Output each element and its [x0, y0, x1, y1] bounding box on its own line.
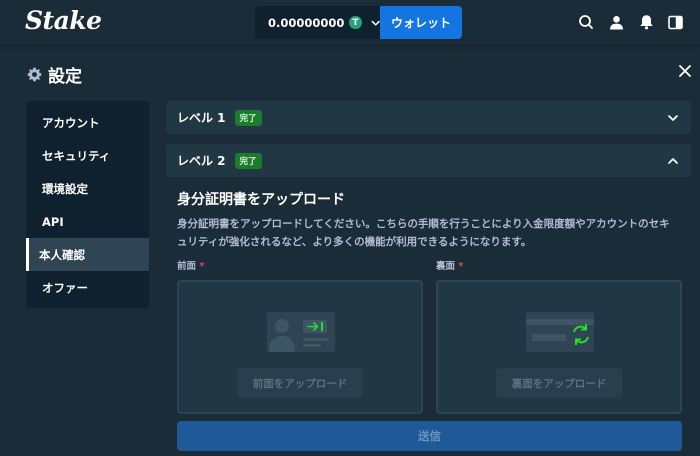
back-upload-column: 裏面 * 裏面をアップロード	[436, 258, 682, 414]
required-mark: *	[458, 261, 464, 272]
id-card-front-icon	[267, 312, 335, 352]
back-label: 裏面 *	[436, 258, 682, 272]
upload-description: 身分証明書をアップロードしてください。こちらの手順を行うことにより入金限度額やア…	[177, 218, 670, 248]
tether-coin-icon: T	[349, 16, 362, 29]
id-card-back-icon	[526, 312, 594, 352]
back-label-text: 裏面	[436, 261, 456, 272]
back-upload-dropzone[interactable]: 裏面をアップロード	[436, 280, 682, 414]
front-label: 前面 *	[177, 258, 423, 272]
back-upload-button[interactable]: 裏面をアップロード	[496, 368, 622, 398]
sidebar-item-offers[interactable]: オファー	[26, 271, 149, 304]
level-1-label: レベル 1	[177, 111, 226, 125]
upload-section-title: 身分証明書をアップロード	[177, 192, 345, 208]
level-1-header[interactable]: レベル 1 完了	[166, 101, 691, 134]
stake-logo[interactable]: Stake	[25, 6, 102, 35]
sidebar-item-security[interactable]: セキュリティ	[26, 139, 149, 172]
wallet-button[interactable]: ウォレット	[380, 6, 462, 39]
balance-amount: 0.00000000	[268, 15, 345, 30]
top-bar: Stake 0.00000000 T ウォレット	[0, 0, 700, 44]
sidebar-item-preferences[interactable]: 環境設定	[26, 172, 149, 205]
status-badge: 完了	[234, 109, 262, 126]
status-badge: 完了	[234, 152, 262, 169]
search-icon[interactable]	[577, 13, 595, 31]
chevron-down-icon	[668, 115, 678, 121]
sidebar-item-verification[interactable]: 本人確認	[26, 238, 149, 271]
upload-row: 前面 * 前面をアップロード 裏面 * 裏面をアップロード	[177, 258, 682, 414]
bell-icon[interactable]	[637, 13, 655, 31]
front-upload-column: 前面 * 前面をアップロード	[177, 258, 423, 414]
page-title: 設定	[27, 62, 82, 87]
sidebar-item-account[interactable]: アカウント	[26, 106, 149, 139]
required-mark: *	[199, 261, 205, 272]
settings-sidebar: アカウント セキュリティ 環境設定 API 本人確認 オファー	[26, 101, 149, 308]
chevron-up-icon	[668, 158, 678, 164]
wallet-widget: 0.00000000 T ウォレット	[255, 6, 462, 39]
sidebar-toggle-icon[interactable]	[666, 13, 684, 31]
front-upload-dropzone[interactable]: 前面をアップロード	[177, 280, 423, 414]
submit-button[interactable]: 送信	[177, 421, 682, 451]
close-icon[interactable]	[677, 63, 693, 79]
level-2-label: レベル 2	[177, 154, 226, 168]
level-1-accordion: レベル 1 完了	[166, 101, 691, 134]
front-upload-button[interactable]: 前面をアップロード	[237, 368, 363, 398]
user-icon[interactable]	[607, 13, 625, 31]
level-2-header[interactable]: レベル 2 完了	[166, 144, 691, 177]
sidebar-item-api[interactable]: API	[26, 205, 149, 238]
level-2-accordion: レベル 2 完了 身分証明書をアップロード 身分証明書をアップロードしてください…	[166, 144, 691, 456]
gear-icon	[27, 67, 42, 82]
currency-selector[interactable]: 0.00000000 T	[255, 6, 380, 39]
front-label-text: 前面	[177, 261, 197, 272]
chevron-down-icon	[371, 20, 380, 26]
page-title-text: 設定	[48, 67, 82, 87]
